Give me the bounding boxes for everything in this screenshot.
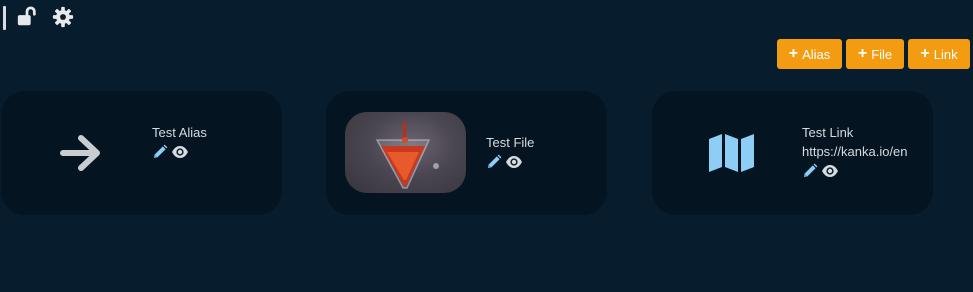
- add-link-label: Link: [933, 46, 958, 62]
- asset-actions: [802, 163, 908, 179]
- pencil-icon[interactable]: [802, 163, 818, 179]
- plus-icon: +: [788, 45, 799, 62]
- asset-info: Test File: [486, 135, 534, 170]
- eye-icon[interactable]: [505, 155, 523, 169]
- asset-info: Test Link https://kanka.io/en: [802, 125, 908, 179]
- add-link-button[interactable]: + Link: [908, 39, 970, 69]
- asset-title: Test File: [486, 135, 535, 150]
- asset-title: Test Link: [802, 125, 854, 140]
- add-file-button[interactable]: + File: [846, 39, 904, 69]
- gear-icon[interactable]: [52, 6, 74, 28]
- asset-card-link[interactable]: Test Link https://kanka.io/en: [652, 91, 933, 215]
- add-alias-label: Alias: [802, 46, 831, 62]
- toolbar: [0, 0, 120, 36]
- add-file-label: File: [871, 46, 893, 62]
- action-buttons: + Alias + File + Link: [777, 39, 970, 69]
- asset-thumbnail: [671, 112, 792, 193]
- arrow-right-icon: [59, 134, 100, 171]
- map-icon: [708, 133, 754, 172]
- asset-title: Test Alias: [152, 125, 207, 140]
- asset-card-file[interactable]: Test File: [326, 91, 607, 215]
- plus-icon: +: [920, 45, 930, 62]
- asset-thumbnail: [20, 112, 141, 193]
- pencil-icon[interactable]: [152, 144, 168, 160]
- eye-icon[interactable]: [171, 145, 189, 159]
- asset-info: Test Alias: [152, 125, 207, 160]
- drink-glass-image: [375, 122, 439, 189]
- asset-card-alias[interactable]: Test Alias: [1, 91, 282, 215]
- eye-icon[interactable]: [821, 164, 839, 178]
- asset-actions: [486, 154, 534, 170]
- add-alias-button[interactable]: + Alias: [777, 39, 842, 69]
- asset-actions: [152, 144, 207, 160]
- toolbar-divider: [3, 6, 6, 30]
- plus-icon: +: [857, 45, 868, 62]
- lock-open-icon[interactable]: [16, 6, 38, 28]
- asset-url[interactable]: https://kanka.io/en: [802, 144, 908, 159]
- pencil-icon[interactable]: [486, 154, 502, 170]
- asset-thumbnail-image: [345, 112, 466, 193]
